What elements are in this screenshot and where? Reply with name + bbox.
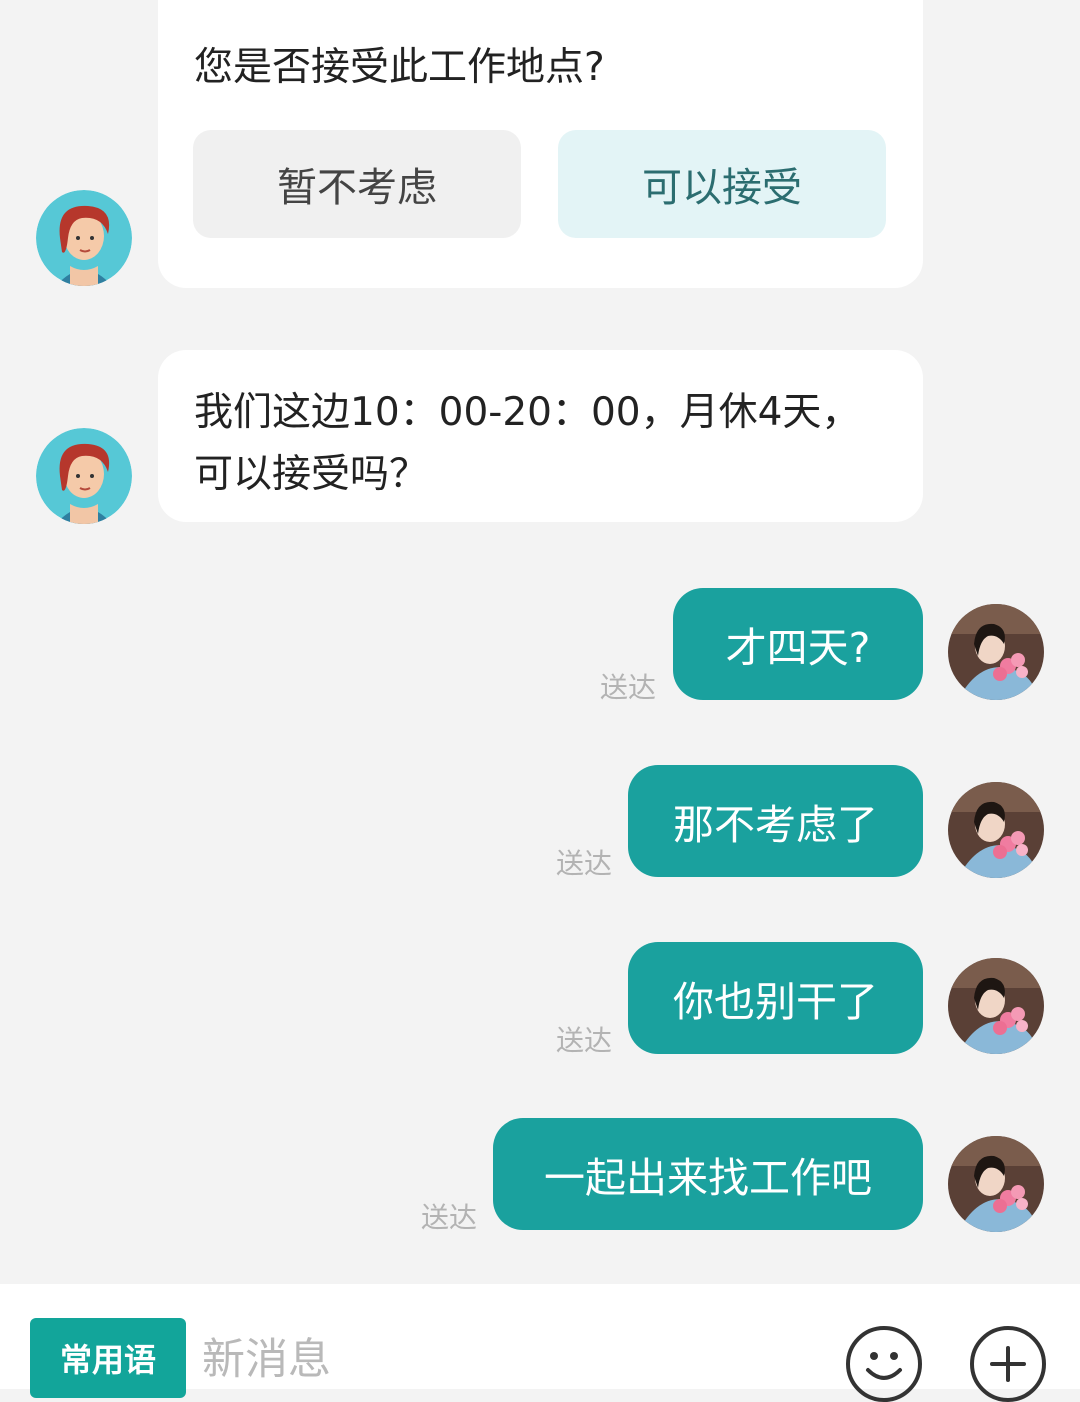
user-avatar-image bbox=[948, 958, 1044, 1054]
user-message-bubble[interactable]: 你也别干了 bbox=[628, 942, 923, 1054]
user-message-bubble[interactable]: 才四天? bbox=[673, 588, 923, 700]
smile-icon[interactable] bbox=[846, 1326, 922, 1402]
user-avatar-image bbox=[948, 1136, 1044, 1232]
user-avatar[interactable] bbox=[948, 1136, 1044, 1232]
recruiter-avatar-image bbox=[36, 428, 132, 524]
question-text: 您是否接受此工作地点? bbox=[194, 45, 605, 90]
recruiter-message-text: 我们这边10：00-20：00，月休4天，可以接受吗？ bbox=[194, 390, 861, 497]
message-input[interactable] bbox=[200, 1324, 804, 1396]
recruiter-avatar[interactable] bbox=[36, 190, 132, 286]
plus-icon[interactable] bbox=[970, 1326, 1046, 1402]
recruiter-avatar-image bbox=[36, 190, 132, 286]
question-card: 您是否接受此工作地点? 暂不考虑 可以接受 bbox=[158, 0, 923, 288]
user-avatar[interactable] bbox=[948, 782, 1044, 878]
user-avatar-image bbox=[948, 782, 1044, 878]
delivery-status: 送达 bbox=[421, 1201, 478, 1234]
recruiter-message-bubble[interactable]: 我们这边10：00-20：00，月休4天，可以接受吗？ bbox=[158, 350, 923, 522]
common-phrases-button[interactable]: 常用语 bbox=[30, 1318, 186, 1398]
delivery-status: 送达 bbox=[600, 671, 657, 704]
user-avatar-image bbox=[948, 604, 1044, 700]
user-avatar[interactable] bbox=[948, 958, 1044, 1054]
delivery-status: 送达 bbox=[556, 847, 613, 880]
user-avatar[interactable] bbox=[948, 604, 1044, 700]
input-bar: 常用语 bbox=[0, 1284, 1080, 1402]
user-message-bubble[interactable]: 那不考虑了 bbox=[628, 765, 923, 877]
recruiter-avatar[interactable] bbox=[36, 428, 132, 524]
user-message-bubble[interactable]: 一起出来找工作吧 bbox=[493, 1118, 923, 1230]
delivery-status: 送达 bbox=[556, 1024, 613, 1057]
reject-button[interactable]: 暂不考虑 bbox=[193, 130, 521, 238]
accept-button[interactable]: 可以接受 bbox=[558, 130, 886, 238]
